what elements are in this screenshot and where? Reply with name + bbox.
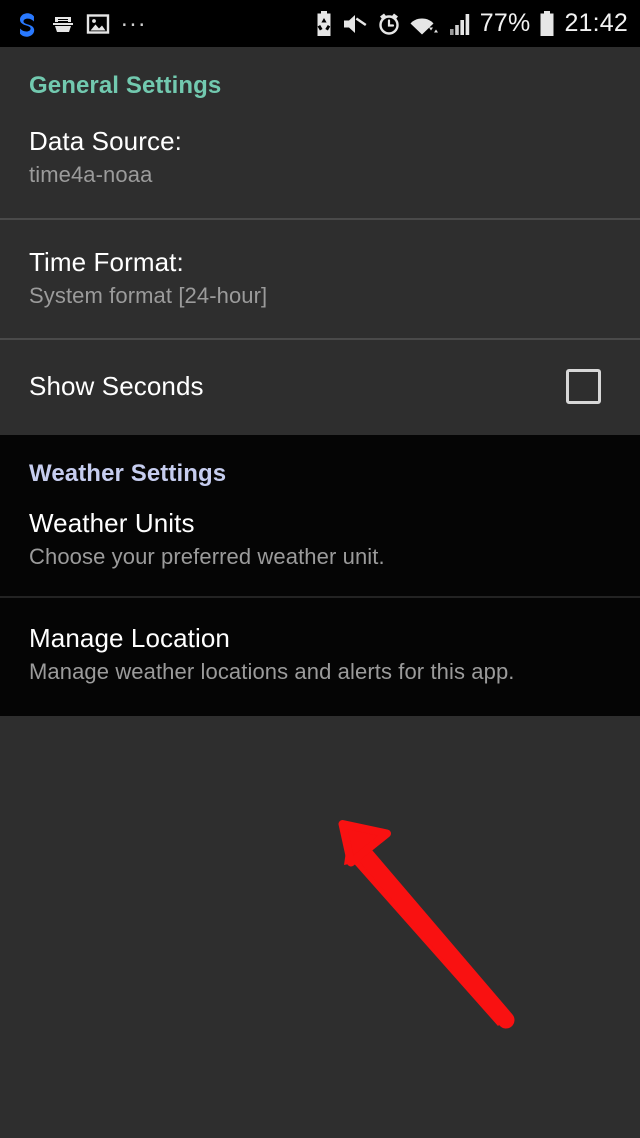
manage-location-title: Manage Location bbox=[29, 622, 230, 653]
time-format-title: Time Format: bbox=[29, 246, 184, 277]
image-icon bbox=[86, 12, 110, 36]
scanner-icon bbox=[51, 12, 75, 36]
settings-list[interactable]: General Settings Data Source: time4a-noa… bbox=[0, 47, 640, 716]
manage-location-summary: Manage weather locations and alerts for … bbox=[29, 658, 515, 684]
mute-icon bbox=[342, 13, 368, 35]
data-source-value: time4a-noaa bbox=[29, 162, 153, 188]
signal-bars-icon bbox=[449, 12, 471, 36]
s-logo-icon bbox=[14, 10, 40, 38]
alarm-clock-icon bbox=[377, 12, 401, 36]
setting-row-show-seconds[interactable]: Show Seconds bbox=[0, 340, 640, 435]
data-source-title: Data Source: bbox=[29, 126, 182, 156]
more-notifications-icon: ... bbox=[121, 5, 148, 33]
section-weather-settings: Weather Settings Weather Units Choose yo… bbox=[0, 435, 640, 716]
setting-row-data-source[interactable]: Data Source: time4a-noaa bbox=[0, 100, 640, 218]
clock-label: 21:42 bbox=[564, 9, 628, 37]
time-format-value: System format [24-hour] bbox=[29, 282, 268, 308]
general-settings-header: General Settings bbox=[29, 72, 222, 99]
wifi-icon bbox=[410, 12, 440, 36]
weather-settings-header: Weather Settings bbox=[29, 460, 227, 487]
setting-row-weather-units[interactable]: Weather Units Choose your preferred weat… bbox=[0, 488, 640, 596]
section-general-settings: General Settings Data Source: time4a-noa… bbox=[0, 47, 640, 435]
show-seconds-title: Show Seconds bbox=[29, 370, 204, 401]
weather-units-summary: Choose your preferred weather unit. bbox=[29, 544, 385, 570]
weather-units-title: Weather Units bbox=[29, 508, 195, 538]
android-status-bar: ... 77% 21:42 bbox=[0, 0, 640, 47]
setting-row-time-format[interactable]: Time Format: System format [24-hour] bbox=[0, 220, 640, 339]
battery-icon bbox=[539, 11, 555, 36]
battery-percent-label: 77% bbox=[479, 9, 531, 37]
settings-screen: ... 77% 21:42 General Settings Data Sour… bbox=[0, 0, 640, 1138]
show-seconds-checkbox[interactable] bbox=[566, 369, 601, 404]
setting-row-manage-location[interactable]: Manage Location Manage weather locations… bbox=[0, 598, 640, 717]
red-arrow-annotation bbox=[320, 815, 530, 1040]
status-bar-system-icons: 77% 21:42 bbox=[315, 11, 628, 36]
battery-saver-icon bbox=[315, 11, 333, 36]
status-bar-notification-icons: ... bbox=[14, 5, 148, 38]
